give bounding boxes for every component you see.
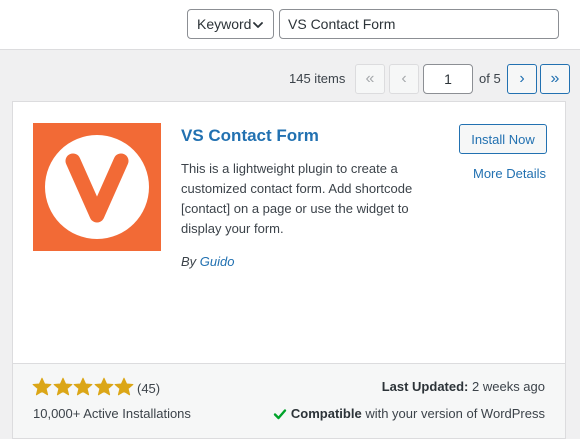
compatibility: Compatible with your version of WordPres… bbox=[273, 406, 545, 421]
star-filled-icon bbox=[94, 377, 113, 396]
items-count: 145 items bbox=[289, 71, 346, 86]
first-page-button[interactable]: « bbox=[355, 64, 385, 94]
author-link[interactable]: Guido bbox=[200, 254, 235, 269]
by-label: By bbox=[181, 254, 197, 269]
plugin-card-top: VS Contact Form Install Now More Details… bbox=[13, 102, 565, 363]
plugin-card: VS Contact Form Install Now More Details… bbox=[12, 101, 566, 439]
next-page-button[interactable]: › bbox=[507, 64, 537, 94]
last-updated: Last Updated: 2 weeks ago bbox=[382, 379, 545, 394]
active-installs: 10,000+ Active Installations bbox=[33, 406, 191, 421]
plugin-author: By Guido bbox=[181, 254, 235, 269]
last-page-button[interactable]: » bbox=[540, 64, 570, 94]
star-rating bbox=[32, 377, 135, 397]
last-updated-value: 2 weeks ago bbox=[472, 379, 545, 394]
star-filled-icon bbox=[114, 377, 134, 396]
compatible-label: Compatible bbox=[290, 406, 362, 421]
more-details-link[interactable]: More Details bbox=[473, 166, 546, 181]
star-filled-icon bbox=[32, 377, 52, 396]
filter-bar: Keyword bbox=[0, 0, 580, 50]
prev-page-button[interactable]: ‹ bbox=[389, 64, 419, 94]
last-updated-label: Last Updated: bbox=[381, 379, 469, 394]
checkmark-icon bbox=[273, 408, 287, 419]
plugin-name-link[interactable]: VS Contact Form bbox=[181, 126, 319, 146]
total-pages: of 5 bbox=[479, 71, 501, 86]
search-input[interactable] bbox=[279, 9, 559, 39]
star-filled-icon bbox=[53, 377, 72, 396]
plugin-card-bottom: (45) 10,000+ Active Installations Last U… bbox=[13, 363, 565, 438]
chevron-down-icon bbox=[253, 22, 263, 28]
rating-count[interactable]: (45) bbox=[137, 381, 160, 396]
current-page-input[interactable] bbox=[423, 64, 473, 94]
search-type-select[interactable]: Keyword bbox=[187, 9, 274, 39]
install-now-button[interactable]: Install Now bbox=[459, 124, 547, 154]
plugin-logo-icon[interactable] bbox=[33, 123, 161, 251]
search-type-value: Keyword bbox=[197, 16, 252, 32]
compatible-text: with your version of WordPress bbox=[365, 406, 545, 421]
plugin-description: This is a lightweight plugin to create a… bbox=[181, 161, 413, 236]
star-filled-icon bbox=[73, 377, 93, 396]
